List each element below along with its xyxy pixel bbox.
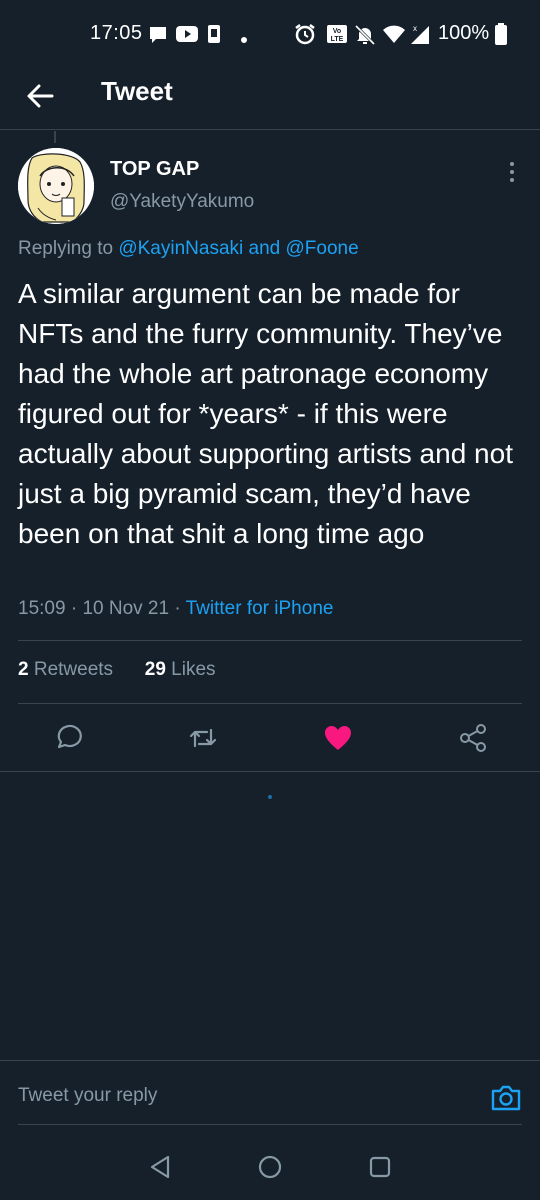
svg-text:x: x [413,24,417,33]
tweet-metadata: 15:09 · 10 Nov 21 · Twitter for iPhone [18,598,333,620]
phone-icon [207,24,221,48]
retweet-icon [189,728,217,748]
likes-stat[interactable]: 29 Likes [145,659,216,680]
divider [0,771,540,772]
display-name[interactable]: TOP GAP [110,158,199,181]
divider [18,703,522,704]
back-nav-button[interactable] [148,1154,174,1180]
arrow-left-icon [27,84,54,108]
reply-button[interactable] [51,722,83,754]
youtube-icon [176,25,198,49]
tweet-time: 15:09 [18,598,66,619]
share-icon [460,724,486,752]
circle-home-icon [258,1155,282,1179]
tweet-stats: 2 Retweets 29 Likes [18,659,216,681]
tweet-text: A similar argument can be made for NFTs … [18,278,521,549]
reply-underline [18,1124,522,1125]
recents-nav-button[interactable] [367,1154,393,1180]
like-icon [325,726,351,750]
triangle-back-icon [150,1155,170,1179]
signal-icon: x [409,22,431,46]
more-vertical-icon [510,162,514,166]
dot-icon [240,31,248,55]
user-handle[interactable]: @YaketyYakumo [110,191,254,213]
page-title: Tweet [101,76,173,106]
retweets-label: Retweets [33,659,114,680]
svg-text:LTE: LTE [331,36,344,43]
status-time: 17:05 [90,22,143,44]
home-nav-button[interactable] [257,1154,283,1180]
like-button[interactable] [322,722,354,754]
divider [18,640,522,641]
replying-and: and [243,238,286,259]
likes-label: Likes [171,659,216,680]
loading-indicator [268,795,272,799]
battery-percentage: 100% [438,22,490,44]
meta-separator: · [169,598,186,619]
retweet-button[interactable] [187,722,219,754]
more-options-button[interactable] [500,160,524,184]
reply-input[interactable]: Tweet your reply [18,1085,157,1107]
mention-link[interactable]: @Foone [286,238,359,259]
meta-separator: · [65,598,83,619]
thread-connector [54,131,56,143]
mention-link[interactable]: @KayinNasaki [118,238,243,259]
replying-prefix: Replying to [18,238,119,259]
retweets-count: 2 [18,659,29,680]
avatar-illustration [18,148,94,224]
replying-to: Replying to @KayinNasaki and @Foone [18,238,359,260]
alarm-icon [294,23,316,47]
camera-icon [491,1085,521,1111]
svg-text:Vo: Vo [333,28,341,35]
battery-icon [495,23,507,47]
system-nav-bar [0,1126,540,1200]
wifi-icon [382,24,406,48]
likes-count: 29 [144,659,166,680]
avatar[interactable] [18,148,94,224]
reply-composer: Tweet your reply [0,1060,540,1126]
mute-icon [354,24,376,48]
app-header: Tweet [0,68,540,130]
share-button[interactable] [457,722,489,754]
volte-icon: Vo LTE [326,24,348,48]
reply-icon [57,724,82,749]
status-bar: 17:05 Vo LTE x 100% [0,0,540,68]
back-button[interactable] [22,78,58,114]
tweet-source-link[interactable]: Twitter for iPhone [186,598,334,619]
square-recents-icon [369,1156,391,1178]
tweet-date: 10 Nov 21 [82,598,170,619]
retweets-stat[interactable]: 2 Retweets [18,659,113,680]
message-icon [148,25,168,49]
tweet-detail-screen: 17:05 Vo LTE x 100% Tweet TOP GAP @Yaket… [0,0,540,1200]
camera-button[interactable] [490,1083,522,1113]
